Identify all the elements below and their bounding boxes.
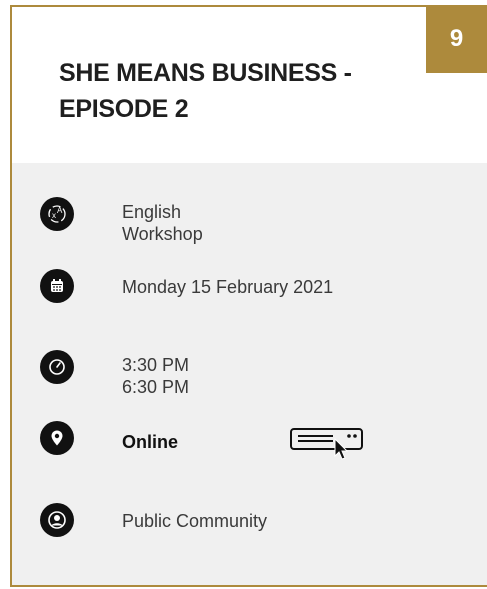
start-time-text: 3:30 PM <box>122 355 190 375</box>
svg-text:A: A <box>57 206 63 215</box>
audience-text: Public Community <box>122 511 268 531</box>
location-text: Online <box>122 432 179 452</box>
event-card: 9 SHE MEANS BUSINESS - EPISODE 2 x A Eng… <box>10 5 487 587</box>
map-pin-icon <box>40 421 74 455</box>
clock-icon <box>40 350 74 384</box>
translate-icon: x A <box>40 197 74 231</box>
event-number: 9 <box>449 25 464 52</box>
calendar-icon <box>40 269 74 303</box>
event-title: SHE MEANS BUSINESS - EPISODE 2 <box>59 59 352 123</box>
event-details: x A English Workshop Monday 15 February … <box>12 163 487 585</box>
event-number-badge: 9 <box>426 7 487 73</box>
date-text: Monday 15 February 2021 <box>122 277 334 297</box>
end-time-text: 6:30 PM <box>122 377 190 397</box>
online-device-icon <box>289 423 367 468</box>
svg-text:x: x <box>52 211 56 220</box>
user-circle-icon <box>40 503 74 537</box>
format-text: Workshop <box>122 224 203 244</box>
language-text: English <box>122 202 182 222</box>
